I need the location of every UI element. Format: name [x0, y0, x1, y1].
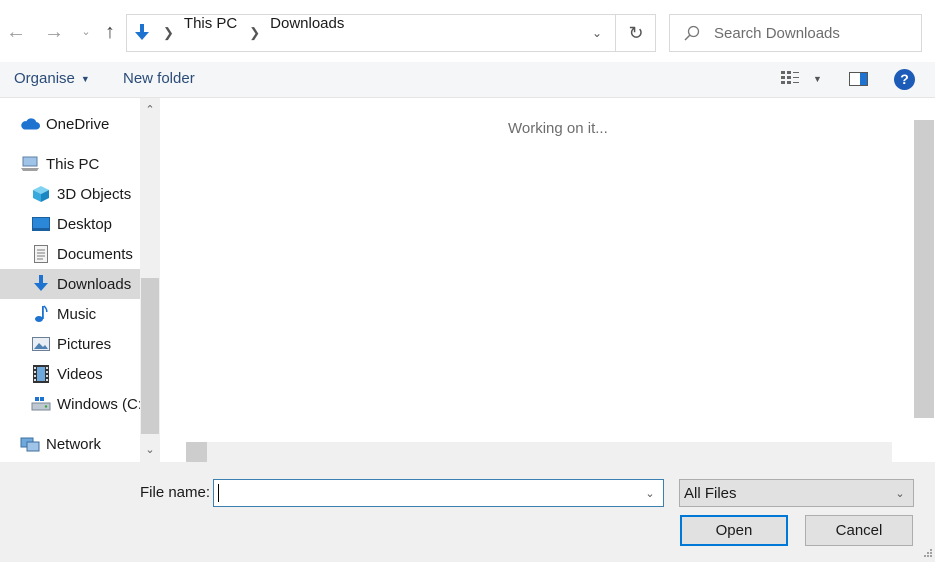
search-icon — [670, 25, 714, 41]
tree-item-label: Music — [57, 305, 97, 323]
organise-button[interactable]: Organise ▼ — [14, 70, 90, 87]
download-icon — [31, 275, 51, 293]
chevron-down-icon: ⌄ — [81, 26, 91, 38]
tree-item-pictures[interactable]: Pictures — [0, 329, 140, 359]
preview-pane-icon — [849, 72, 868, 90]
tree-item-videos[interactable]: Videos — [0, 359, 140, 389]
new-folder-button[interactable]: New folder — [123, 70, 195, 87]
document-icon — [31, 245, 51, 263]
loading-status: Working on it... — [508, 120, 608, 137]
cancel-button[interactable]: Cancel — [805, 515, 913, 546]
search-input[interactable]: Search Downloads — [714, 25, 840, 42]
computer-icon — [20, 155, 40, 173]
drive-icon — [31, 395, 51, 413]
up-button[interactable]: ↑ — [98, 20, 122, 44]
scroll-up-button[interactable]: ⌃ — [140, 100, 160, 120]
tree-item-label: Videos — [57, 365, 103, 383]
tree-item-label: 3D Objects — [57, 185, 132, 203]
desktop-icon — [31, 215, 51, 233]
tree-item-music[interactable]: Music — [0, 299, 140, 329]
cloud-icon — [20, 115, 40, 133]
file-list-pane — [160, 98, 935, 462]
tree-item-desktop[interactable]: Desktop — [0, 209, 140, 239]
breadcrumb-separator-icon: ❯ — [249, 25, 261, 40]
network-icon — [20, 435, 40, 453]
help-icon: ? — [900, 71, 909, 87]
file-name-dropdown-button[interactable]: ⌄ — [637, 480, 663, 506]
breadcrumb-this-pc[interactable]: This PC — [180, 15, 241, 51]
scrollbar-thumb[interactable] — [186, 442, 207, 462]
preview-pane-button[interactable] — [849, 72, 868, 90]
text-caret — [218, 484, 219, 502]
change-view-button[interactable] — [781, 70, 801, 90]
tree-item-network[interactable]: Network — [0, 429, 140, 459]
breadcrumb-downloads[interactable]: Downloads — [266, 15, 348, 51]
tree-item-this-pc[interactable]: This PC — [0, 149, 140, 179]
view-details-icon — [781, 70, 801, 90]
scroll-down-button[interactable]: ⌄ — [140, 440, 160, 460]
tree-item-label: Documents — [57, 245, 133, 263]
forward-button[interactable]: → — [42, 20, 66, 44]
chevron-down-icon: ⌄ — [145, 444, 155, 456]
file-type-value: All Files — [684, 484, 737, 502]
tree-item-label: Network — [46, 435, 102, 453]
tree-item-downloads[interactable]: Downloads — [0, 269, 140, 299]
arrow-right-icon: → — [44, 21, 64, 43]
help-button[interactable]: ? — [894, 69, 915, 90]
chevron-up-icon: ⌃ — [145, 104, 155, 116]
caret-down-icon: ▼ — [80, 73, 90, 84]
organise-label: Organise — [14, 70, 75, 87]
tree-item-label: Downloads — [57, 275, 132, 293]
tree-item-3d-objects[interactable]: 3D Objects — [0, 179, 140, 209]
tree-item-documents[interactable]: Documents — [0, 239, 140, 269]
navigation-pane-scrollbar[interactable]: ⌃ ⌄ — [140, 98, 160, 462]
tree-item-label: OneDrive — [46, 115, 110, 133]
search-box[interactable]: Search Downloads — [669, 14, 922, 52]
chevron-down-icon: ⌄ — [645, 487, 655, 500]
refresh-button[interactable]: ↻ — [615, 15, 656, 51]
music-note-icon — [31, 305, 51, 323]
file-name-label: File name: — [140, 484, 211, 501]
arrow-left-icon: ← — [6, 21, 26, 43]
picture-icon — [31, 335, 51, 353]
navigation-pane: OneDrive This PC 3D Objects Desktop Docu… — [0, 98, 140, 462]
resize-grip-icon[interactable] — [921, 548, 933, 560]
cube-icon — [31, 185, 51, 203]
tree-item-windows-c[interactable]: Windows (C: — [0, 389, 140, 419]
address-dropdown-button[interactable]: ⌄ — [579, 15, 615, 51]
recent-locations-button[interactable]: ⌄ — [74, 20, 98, 44]
download-icon — [129, 24, 155, 42]
film-icon — [31, 365, 51, 383]
file-list-vertical-scrollbar[interactable] — [914, 120, 934, 418]
tree-item-label: This PC — [46, 155, 100, 173]
scrollbar-thumb[interactable] — [141, 278, 159, 434]
address-bar[interactable]: ❯ This PC ❯ Downloads ⌄ ↻ — [126, 14, 656, 52]
tree-item-label: Windows (C: — [57, 395, 140, 413]
file-name-input[interactable]: ⌄ — [213, 479, 664, 507]
file-type-select[interactable]: All Files ⌄ — [679, 479, 914, 507]
chevron-down-icon: ⌄ — [895, 487, 905, 500]
view-options-dropdown[interactable]: ▼ — [813, 74, 822, 84]
back-button[interactable]: ← — [4, 20, 28, 44]
tree-item-onedrive[interactable]: OneDrive — [0, 109, 140, 139]
breadcrumb-separator-icon: ❯ — [163, 25, 174, 40]
refresh-icon: ↻ — [628, 22, 644, 43]
open-button[interactable]: Open — [680, 515, 788, 546]
file-type-dropdown-button[interactable]: ⌄ — [887, 480, 913, 506]
file-list-horizontal-scrollbar[interactable] — [186, 442, 892, 462]
caret-down-icon: ▼ — [813, 74, 822, 84]
tree-item-label: Pictures — [57, 335, 112, 353]
arrow-up-icon: ↑ — [105, 21, 115, 43]
tree-item-label: Desktop — [57, 215, 113, 233]
chevron-down-icon: ⌄ — [591, 26, 603, 40]
